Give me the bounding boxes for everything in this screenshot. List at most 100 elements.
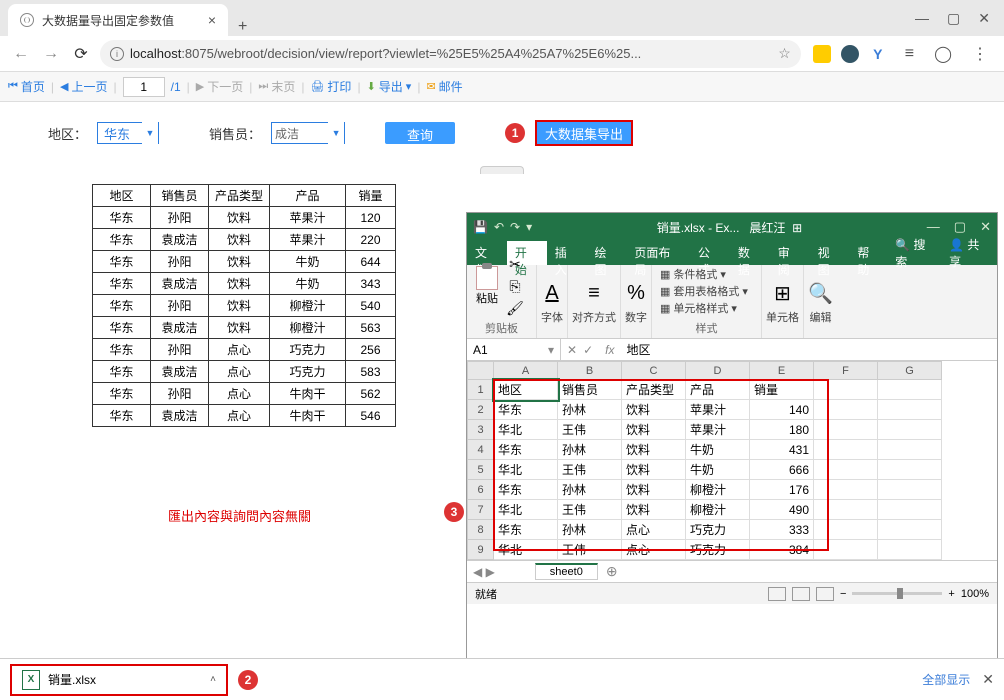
cell[interactable]	[878, 400, 942, 420]
cell[interactable]: 产品类型	[622, 380, 686, 400]
row-header[interactable]: 6	[468, 480, 494, 500]
cell[interactable]	[814, 460, 878, 480]
sales-input[interactable]	[272, 123, 322, 143]
cell[interactable]: 饮料	[622, 480, 686, 500]
cell[interactable]: 苹果汁	[686, 400, 750, 420]
view-layout-icon[interactable]	[792, 587, 810, 601]
column-header[interactable]: G	[878, 362, 942, 380]
cell[interactable]: 王伟	[558, 420, 622, 440]
cells-group[interactable]: ⊞单元格	[762, 265, 804, 338]
excel-grid[interactable]: ABCDEFG 1地区销售员产品类型产品销量2华东孙林饮料苹果汁1403华北王伟…	[467, 361, 942, 560]
table-format-button[interactable]: ▦套用表格格式▾	[660, 283, 753, 299]
extension-icon[interactable]	[841, 45, 859, 63]
cell[interactable]: 华北	[494, 420, 558, 440]
column-header[interactable]: F	[814, 362, 878, 380]
close-icon[interactable]: ✕	[978, 10, 990, 27]
share-button[interactable]: 👤 共享	[943, 241, 997, 265]
chevron-up-icon[interactable]: ˄	[210, 674, 216, 685]
cell[interactable]: 饮料	[622, 400, 686, 420]
cell[interactable]: 176	[750, 480, 814, 500]
browser-tab[interactable]: 大数据量导出固定参数值 ×	[8, 4, 228, 36]
ribbon-tab[interactable]: 数据	[730, 241, 770, 265]
row-header[interactable]: 5	[468, 460, 494, 480]
cell[interactable]: 饮料	[622, 500, 686, 520]
cell[interactable]	[814, 520, 878, 540]
fx-cancel-icon[interactable]: ✕	[567, 343, 577, 357]
cell[interactable]: 点心	[622, 520, 686, 540]
row-header[interactable]: 2	[468, 400, 494, 420]
cell[interactable]: 地区	[494, 380, 558, 400]
cell[interactable]	[878, 440, 942, 460]
forward-button[interactable]: →	[40, 43, 62, 65]
view-normal-icon[interactable]	[768, 587, 786, 601]
cell[interactable]: 点心	[622, 540, 686, 560]
cell[interactable]	[878, 540, 942, 560]
print-button[interactable]: 🖨打印	[310, 78, 351, 95]
cell[interactable]: 巧克力	[686, 540, 750, 560]
query-button[interactable]: 查询	[385, 122, 455, 144]
url-field[interactable]: i localhost:8075/webroot/decision/view/r…	[100, 40, 801, 68]
cell[interactable]	[814, 540, 878, 560]
column-header[interactable]: E	[750, 362, 814, 380]
font-group[interactable]: A字体	[537, 265, 568, 338]
cell[interactable]: 华东	[494, 440, 558, 460]
cell[interactable]: 华东	[494, 480, 558, 500]
ribbon-tab[interactable]: 帮助	[849, 241, 889, 265]
cell[interactable]	[814, 380, 878, 400]
cell[interactable]: 140	[750, 400, 814, 420]
bookmark-icon[interactable]: ☆	[778, 45, 791, 62]
last-page-button[interactable]: ⏭末页	[258, 78, 295, 95]
qa-more-icon[interactable]: ▾	[526, 220, 532, 234]
row-header[interactable]: 8	[468, 520, 494, 540]
ribbon-tab[interactable]: 插入	[547, 241, 587, 265]
select-all-corner[interactable]	[468, 362, 494, 380]
export-button[interactable]: ⬇导出▾	[367, 78, 412, 95]
first-page-button[interactable]: ⏮首页	[8, 78, 45, 95]
add-sheet-button[interactable]: ⊕	[598, 563, 626, 580]
maximize-icon[interactable]: ▢	[947, 10, 960, 27]
cell[interactable]: 饮料	[622, 460, 686, 480]
close-icon[interactable]: ✕	[982, 671, 994, 688]
cell[interactable]: 孙林	[558, 440, 622, 460]
cell[interactable]: 牛奶	[686, 460, 750, 480]
cell[interactable]: 王伟	[558, 540, 622, 560]
mail-button[interactable]: ✉邮件	[426, 78, 462, 95]
cell[interactable]: 华北	[494, 460, 558, 480]
site-info-icon[interactable]: i	[110, 47, 124, 61]
cell[interactable]: 华东	[494, 520, 558, 540]
sheet-nav-icon[interactable]: ◀ ▶	[467, 565, 501, 579]
playlist-icon[interactable]: ≡	[899, 45, 920, 63]
cut-icon[interactable]: ✂	[505, 254, 525, 274]
cell[interactable]	[878, 420, 942, 440]
cell[interactable]: 销售员	[558, 380, 622, 400]
cell[interactable]: 苹果汁	[686, 420, 750, 440]
kebab-menu-icon[interactable]: ⋮	[966, 44, 994, 64]
column-header[interactable]: D	[686, 362, 750, 380]
sales-combo[interactable]: ▼	[271, 122, 345, 144]
new-tab-button[interactable]: +	[228, 18, 257, 36]
extension-icon[interactable]: Y	[869, 45, 887, 63]
column-header[interactable]: A	[494, 362, 558, 380]
cell[interactable]: 431	[750, 440, 814, 460]
extension-icon[interactable]	[813, 45, 831, 63]
conditional-format-button[interactable]: ▦条件格式▾	[660, 266, 753, 282]
cell[interactable]: 柳橙汁	[686, 500, 750, 520]
prev-page-button[interactable]: ◀上一页	[60, 78, 107, 95]
fx-confirm-icon[interactable]: ✓	[583, 343, 593, 357]
row-header[interactable]: 7	[468, 500, 494, 520]
cell[interactable]: 孙林	[558, 480, 622, 500]
zoom-out-icon[interactable]: −	[840, 588, 846, 600]
cell[interactable]: 180	[750, 420, 814, 440]
download-item[interactable]: 销量.xlsx ˄	[10, 664, 228, 696]
search-button[interactable]: 🔍 搜索	[889, 241, 943, 265]
undo-icon[interactable]: ↶	[494, 220, 504, 234]
column-header[interactable]: C	[622, 362, 686, 380]
cell[interactable]: 王伟	[558, 460, 622, 480]
formula-input[interactable]	[620, 343, 997, 357]
cell[interactable]: 华北	[494, 500, 558, 520]
redo-icon[interactable]: ↷	[510, 220, 520, 234]
row-header[interactable]: 9	[468, 540, 494, 560]
next-page-button[interactable]: ▶下一页	[196, 78, 243, 95]
big-export-button[interactable]: 大数据集导出	[535, 120, 633, 146]
cell[interactable]	[878, 480, 942, 500]
